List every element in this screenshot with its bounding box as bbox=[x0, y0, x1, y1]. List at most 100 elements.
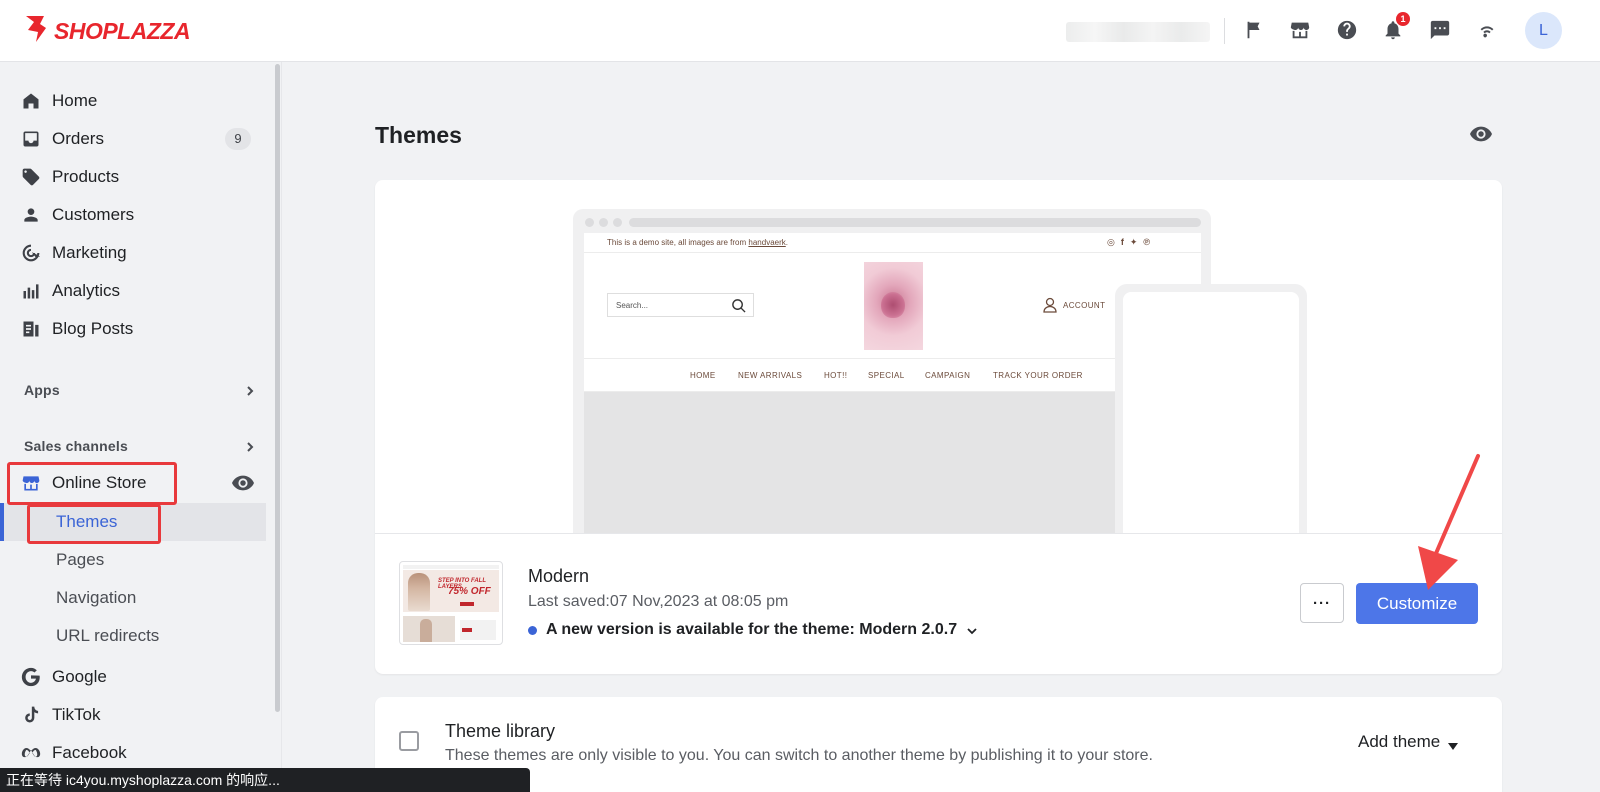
sidebar-item-label: Customers bbox=[52, 205, 135, 224]
theme-last-saved: Last saved:07 Nov,2023 at 08:05 pm bbox=[528, 593, 789, 610]
store-name-redacted[interactable] bbox=[1066, 22, 1210, 42]
sidebar-item-label: Blog Posts bbox=[52, 319, 134, 338]
apps-section-header[interactable]: Apps bbox=[24, 382, 60, 398]
thumb-discount: 75% OFF bbox=[448, 586, 491, 597]
store-icon[interactable] bbox=[1288, 18, 1312, 42]
sidebar-item-label: Home bbox=[52, 91, 98, 110]
demo-logo-lips bbox=[881, 292, 905, 318]
active-indicator bbox=[0, 503, 4, 541]
theme-library-card: Theme library These themes are only visi… bbox=[375, 697, 1502, 792]
thumb-model bbox=[420, 619, 432, 642]
mobile-preview-screen bbox=[1123, 292, 1299, 533]
notification-badge: 1 bbox=[1396, 12, 1410, 26]
demo-search-box: Search... bbox=[607, 293, 754, 317]
demo-note-text: This is a demo site, all images are from bbox=[607, 238, 749, 247]
sidebar-item-label: Products bbox=[52, 167, 120, 186]
demo-announcement-bar: This is a demo site, all images are from… bbox=[584, 233, 1201, 253]
sidebar-subitem-url-redirects[interactable]: URL redirects bbox=[56, 626, 159, 646]
sidebar-item-label: Facebook bbox=[52, 743, 127, 762]
annotation-arrow bbox=[1418, 454, 1480, 590]
update-notice-text: A new version is available for the theme… bbox=[546, 621, 958, 638]
brand-name: SHOPLAZZA bbox=[54, 18, 191, 44]
demo-note: This is a demo site, all images are from… bbox=[607, 238, 788, 247]
google-icon bbox=[20, 666, 42, 688]
sidebar-item-tiktok[interactable]: TikTok bbox=[0, 696, 270, 734]
shoplazza-logo-icon bbox=[22, 14, 48, 49]
facebook-icon: f bbox=[1120, 237, 1124, 247]
sidebar-item-label: Orders bbox=[52, 129, 104, 148]
sales-channels-section-header[interactable]: Sales channels bbox=[24, 438, 128, 454]
theme-thumbnail[interactable]: STEP INTO FALL LAYERS 75% OFF bbox=[399, 561, 503, 645]
search-icon bbox=[731, 298, 746, 313]
current-theme-card: This is a demo site, all images are from… bbox=[375, 180, 1502, 674]
demo-nav-item: CAMPAIGN bbox=[925, 371, 971, 380]
theme-preview[interactable]: This is a demo site, all images are from… bbox=[375, 180, 1502, 534]
sidebar-item-google[interactable]: Google bbox=[0, 658, 270, 696]
help-icon[interactable] bbox=[1335, 18, 1359, 42]
tag-icon bbox=[20, 166, 42, 188]
demo-search-placeholder: Search... bbox=[616, 301, 649, 310]
theme-name: Modern bbox=[528, 566, 590, 586]
sidebar-subitem-navigation[interactable]: Navigation bbox=[56, 588, 136, 608]
caret-down-icon bbox=[1448, 738, 1459, 750]
sidebar-subitem-pages[interactable]: Pages bbox=[56, 550, 104, 570]
sidebar-scrollbar[interactable] bbox=[275, 64, 280, 712]
browser-status-bar: 正在等待 ic4you.myshoplazza.com 的响应... bbox=[0, 768, 530, 792]
tiktok-icon bbox=[20, 704, 42, 726]
theme-update-notice[interactable]: A new version is available for the theme… bbox=[528, 621, 978, 639]
theme-library-checkbox[interactable] bbox=[399, 731, 419, 751]
demo-nav-item: NEW ARRIVALS bbox=[738, 371, 803, 380]
sidebar-item-label: Google bbox=[52, 667, 107, 686]
highlight-box-themes bbox=[27, 504, 161, 544]
sidebar-item-label: TikTok bbox=[52, 705, 101, 724]
meta-icon bbox=[20, 742, 42, 764]
sidebar-item-blog-posts[interactable]: Blog Posts bbox=[0, 310, 270, 348]
demo-note-link: handvaerk bbox=[748, 238, 786, 247]
brand-logo[interactable]: SHOPLAZZA bbox=[22, 14, 191, 49]
bar-chart-icon bbox=[20, 280, 42, 302]
theme-library-description: These themes are only visible to you. Yo… bbox=[445, 747, 1153, 764]
demo-social-icons: ◎ f ✦ ℗ bbox=[1107, 237, 1150, 248]
sidebar-item-facebook[interactable]: Facebook bbox=[0, 734, 270, 772]
demo-note-suffix: . bbox=[785, 238, 788, 247]
sidebar-item-customers[interactable]: Customers bbox=[0, 196, 270, 234]
theme-library-title: Theme library bbox=[445, 721, 556, 741]
thumb-button bbox=[460, 602, 474, 606]
topbar-divider bbox=[1224, 18, 1225, 44]
home-icon bbox=[20, 90, 42, 112]
chevron-right-icon[interactable] bbox=[244, 440, 256, 452]
eye-icon[interactable] bbox=[1470, 126, 1492, 142]
sidebar-item-orders[interactable]: Orders 9 bbox=[0, 120, 270, 158]
chat-icon[interactable] bbox=[1428, 18, 1452, 42]
address-bar bbox=[629, 218, 1201, 227]
eye-icon[interactable] bbox=[232, 475, 254, 491]
chevron-down-icon[interactable] bbox=[966, 624, 978, 636]
sidebar-item-analytics[interactable]: Analytics bbox=[0, 272, 270, 310]
chevron-right-icon[interactable] bbox=[244, 384, 256, 396]
target-icon bbox=[20, 242, 42, 264]
sidebar-item-label: Marketing bbox=[52, 243, 127, 262]
demo-nav-item: SPECIAL bbox=[868, 371, 905, 380]
thumb-model bbox=[408, 573, 430, 611]
sidebar-item-marketing[interactable]: Marketing bbox=[0, 234, 270, 272]
demo-logo-image bbox=[864, 262, 923, 350]
sidebar-item-products[interactable]: Products bbox=[0, 158, 270, 196]
demo-account-label: ACCOUNT bbox=[1063, 301, 1106, 310]
orders-count-badge: 9 bbox=[225, 128, 251, 150]
highlight-box-online-store bbox=[7, 462, 177, 505]
page-title: Themes bbox=[375, 122, 462, 148]
mobile-preview-frame bbox=[1115, 284, 1307, 533]
demo-nav-item: HOME bbox=[690, 371, 716, 380]
status-dot bbox=[528, 625, 537, 635]
account-icon bbox=[1043, 297, 1057, 313]
twitter-icon: ✦ bbox=[1129, 237, 1138, 247]
add-theme-button[interactable]: Add theme bbox=[1358, 732, 1459, 752]
flag-icon[interactable] bbox=[1242, 18, 1266, 42]
pinterest-icon: ℗ bbox=[1143, 237, 1151, 247]
avatar[interactable]: L bbox=[1525, 12, 1562, 49]
more-actions-button[interactable]: ··· bbox=[1300, 583, 1344, 623]
wifi-icon[interactable] bbox=[1475, 18, 1499, 42]
sidebar-item-home[interactable]: Home bbox=[0, 82, 270, 120]
thumb-button bbox=[462, 628, 472, 632]
document-icon bbox=[20, 318, 42, 340]
